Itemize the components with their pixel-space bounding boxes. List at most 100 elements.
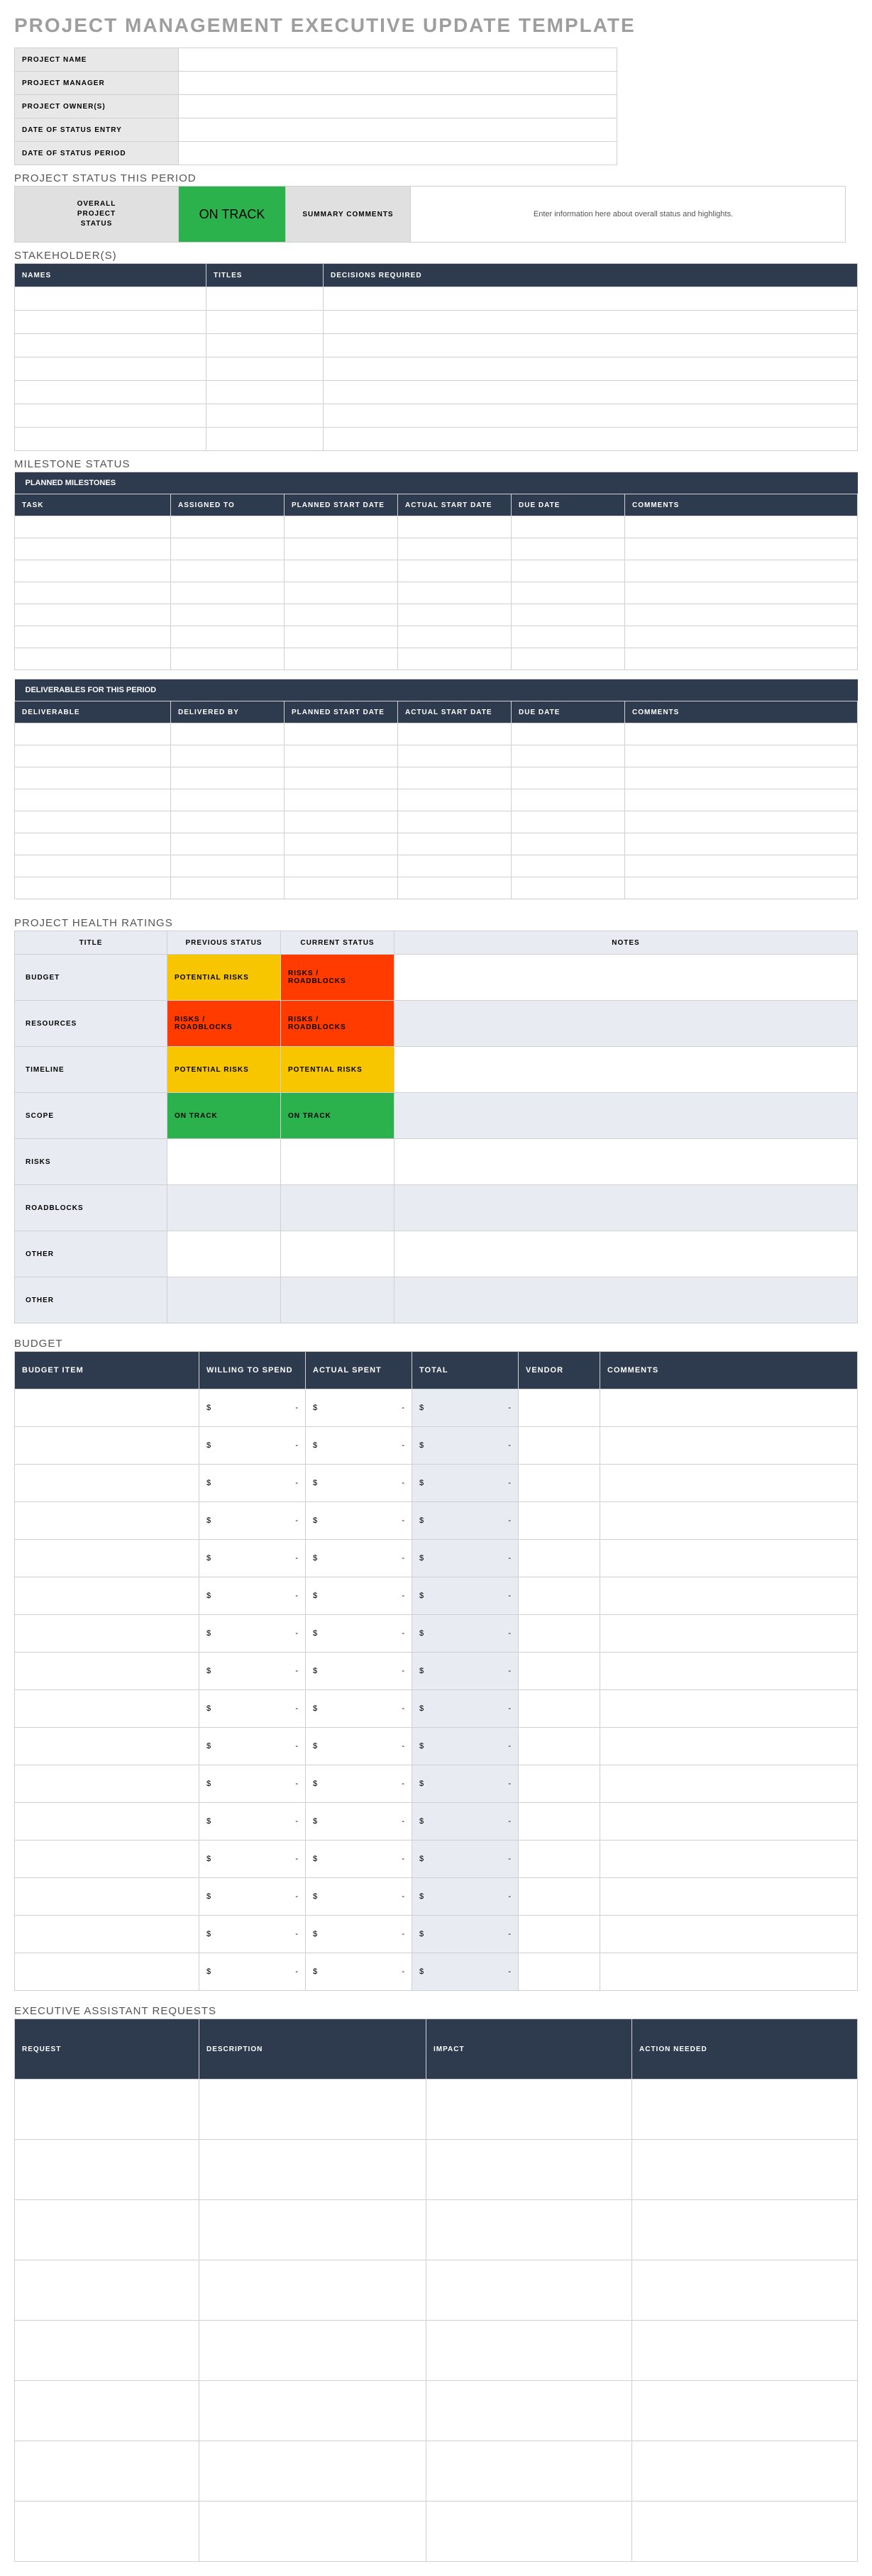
milestone-cell[interactable]: [512, 648, 625, 670]
deliverable-cell[interactable]: [398, 745, 512, 767]
budget-comments-cell[interactable]: [600, 1502, 858, 1540]
deliverable-cell[interactable]: [512, 877, 625, 899]
budget-willing-cell[interactable]: [199, 1878, 306, 1916]
budget-vendor-cell[interactable]: [519, 1465, 600, 1502]
budget-item-cell[interactable]: [15, 1878, 199, 1916]
deliverable-cell[interactable]: [15, 877, 171, 899]
stakeholder-cell[interactable]: [324, 404, 858, 428]
milestone-cell[interactable]: [625, 604, 858, 626]
budget-item-cell[interactable]: [15, 1916, 199, 1953]
request-cell[interactable]: [632, 2502, 858, 2562]
overall-status-value[interactable]: ON TRACK: [179, 187, 286, 242]
budget-vendor-cell[interactable]: [519, 1577, 600, 1615]
budget-willing-cell[interactable]: [199, 1690, 306, 1728]
deliverable-cell[interactable]: [625, 767, 858, 789]
budget-vendor-cell[interactable]: [519, 1953, 600, 1991]
milestone-cell[interactable]: [171, 538, 285, 560]
milestone-cell[interactable]: [398, 604, 512, 626]
milestone-cell[interactable]: [398, 516, 512, 538]
milestone-cell[interactable]: [512, 516, 625, 538]
request-cell[interactable]: [632, 2260, 858, 2321]
milestone-cell[interactable]: [15, 648, 171, 670]
budget-item-cell[interactable]: [15, 1728, 199, 1765]
budget-willing-cell[interactable]: [199, 1502, 306, 1540]
health-status-cell[interactable]: [167, 1277, 281, 1323]
request-cell[interactable]: [632, 2381, 858, 2441]
budget-vendor-cell[interactable]: [519, 1389, 600, 1427]
deliverable-cell[interactable]: [398, 855, 512, 877]
deliverable-cell[interactable]: [398, 723, 512, 745]
health-status-cell[interactable]: [167, 1139, 281, 1185]
request-cell[interactable]: [199, 2502, 426, 2562]
request-cell[interactable]: [199, 2260, 426, 2321]
request-cell[interactable]: [199, 2321, 426, 2381]
deliverable-cell[interactable]: [285, 833, 398, 855]
deliverable-cell[interactable]: [15, 833, 171, 855]
milestone-cell[interactable]: [512, 560, 625, 582]
deliverable-cell[interactable]: [625, 833, 858, 855]
budget-comments-cell[interactable]: [600, 1765, 858, 1803]
budget-willing-cell[interactable]: [199, 1728, 306, 1765]
budget-willing-cell[interactable]: [199, 1803, 306, 1841]
budget-item-cell[interactable]: [15, 1765, 199, 1803]
info-value[interactable]: [179, 118, 617, 142]
budget-vendor-cell[interactable]: [519, 1502, 600, 1540]
deliverable-cell[interactable]: [171, 745, 285, 767]
budget-actual-cell[interactable]: [306, 1878, 412, 1916]
request-cell[interactable]: [426, 2381, 632, 2441]
budget-item-cell[interactable]: [15, 1803, 199, 1841]
milestone-cell[interactable]: [398, 538, 512, 560]
deliverable-cell[interactable]: [285, 811, 398, 833]
budget-actual-cell[interactable]: [306, 1540, 412, 1577]
milestone-cell[interactable]: [625, 538, 858, 560]
budget-willing-cell[interactable]: [199, 1615, 306, 1653]
milestone-cell[interactable]: [15, 560, 171, 582]
budget-actual-cell[interactable]: [306, 1765, 412, 1803]
request-cell[interactable]: [15, 2200, 199, 2260]
budget-actual-cell[interactable]: [306, 1465, 412, 1502]
stakeholder-cell[interactable]: [15, 334, 206, 357]
budget-willing-cell[interactable]: [199, 1953, 306, 1991]
stakeholder-cell[interactable]: [324, 428, 858, 451]
budget-item-cell[interactable]: [15, 1389, 199, 1427]
milestone-cell[interactable]: [15, 538, 171, 560]
stakeholder-cell[interactable]: [15, 381, 206, 404]
budget-actual-cell[interactable]: [306, 1803, 412, 1841]
request-cell[interactable]: [426, 2441, 632, 2502]
budget-willing-cell[interactable]: [199, 1577, 306, 1615]
budget-vendor-cell[interactable]: [519, 1916, 600, 1953]
milestone-cell[interactable]: [285, 626, 398, 648]
milestone-cell[interactable]: [512, 538, 625, 560]
budget-item-cell[interactable]: [15, 1653, 199, 1690]
deliverable-cell[interactable]: [285, 745, 398, 767]
deliverable-cell[interactable]: [398, 767, 512, 789]
request-cell[interactable]: [15, 2381, 199, 2441]
health-status-cell[interactable]: POTENTIAL RISKS: [281, 1047, 394, 1093]
request-cell[interactable]: [632, 2140, 858, 2200]
deliverable-cell[interactable]: [512, 833, 625, 855]
stakeholder-cell[interactable]: [324, 381, 858, 404]
deliverable-cell[interactable]: [285, 789, 398, 811]
health-status-cell[interactable]: [167, 1231, 281, 1277]
milestone-cell[interactable]: [398, 560, 512, 582]
budget-item-cell[interactable]: [15, 1577, 199, 1615]
budget-actual-cell[interactable]: [306, 1577, 412, 1615]
milestone-cell[interactable]: [398, 582, 512, 604]
request-cell[interactable]: [632, 2321, 858, 2381]
deliverable-cell[interactable]: [15, 789, 171, 811]
health-notes-cell[interactable]: [394, 1185, 858, 1231]
budget-vendor-cell[interactable]: [519, 1728, 600, 1765]
health-notes-cell[interactable]: [394, 1139, 858, 1185]
deliverable-cell[interactable]: [285, 855, 398, 877]
milestone-cell[interactable]: [15, 626, 171, 648]
deliverable-cell[interactable]: [15, 723, 171, 745]
milestone-cell[interactable]: [625, 560, 858, 582]
milestone-cell[interactable]: [285, 604, 398, 626]
health-notes-cell[interactable]: [394, 1231, 858, 1277]
deliverable-cell[interactable]: [285, 767, 398, 789]
deliverable-cell[interactable]: [15, 811, 171, 833]
milestone-cell[interactable]: [171, 516, 285, 538]
budget-comments-cell[interactable]: [600, 1465, 858, 1502]
health-notes-cell[interactable]: [394, 1047, 858, 1093]
request-cell[interactable]: [426, 2080, 632, 2140]
